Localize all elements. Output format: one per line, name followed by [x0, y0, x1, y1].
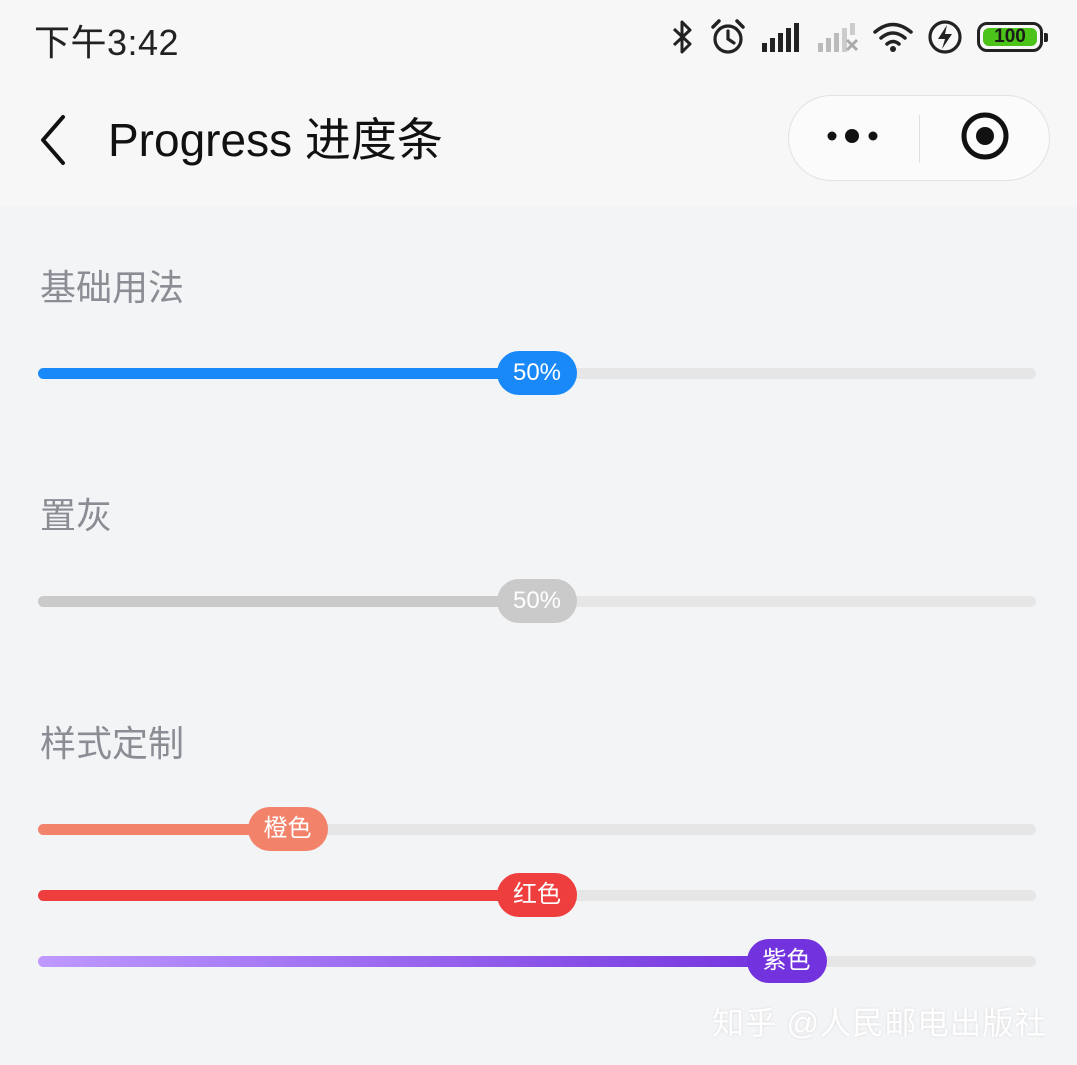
section-title-basic: 基础用法	[40, 267, 185, 308]
progress-bar-orange: 橙色	[38, 807, 1036, 851]
progress-bar-purple: 紫色	[38, 939, 1036, 983]
battery-icon: 100	[977, 22, 1048, 52]
wifi-icon	[873, 21, 913, 53]
page-title: Progress 进度条	[108, 114, 443, 166]
signal-icon	[761, 21, 803, 53]
section-title-inactive: 置灰	[40, 495, 113, 536]
battery-level: 100	[994, 26, 1026, 47]
progress-pivot: 红色	[497, 873, 577, 917]
close-button[interactable]	[920, 96, 1050, 180]
nav-bar: Progress 进度条	[0, 76, 1077, 206]
progress-pivot: 橙色	[247, 807, 328, 851]
capsule-menu	[788, 95, 1050, 181]
progress-pivot: 50%	[497, 579, 577, 623]
progress-bar-basic: 50%	[38, 351, 1036, 395]
bluetooth-icon	[671, 19, 695, 55]
chevron-left-icon	[38, 114, 68, 171]
alarm-icon	[709, 18, 747, 56]
status-bar: 下午3:42 100	[0, 0, 1077, 76]
status-time: 下午3:42	[34, 22, 180, 63]
progress-fill	[38, 890, 537, 901]
progress-pivot: 紫色	[746, 939, 827, 983]
status-icons: 100	[671, 14, 1048, 60]
signal-weak-icon	[817, 21, 859, 53]
progress-fill	[38, 596, 537, 607]
progress-bar-inactive: 50%	[38, 579, 1036, 623]
target-icon	[960, 111, 1010, 166]
progress-pivot: 50%	[497, 351, 577, 395]
charging-icon	[927, 19, 963, 55]
progress-bar-red: 红色	[38, 873, 1036, 917]
back-button[interactable]	[30, 110, 76, 174]
more-button[interactable]	[789, 96, 919, 180]
more-dots-icon	[826, 128, 882, 149]
progress-fill	[38, 956, 787, 967]
section-title-custom: 样式定制	[40, 723, 185, 764]
watermark: 知乎 @人民邮电出版社	[712, 1005, 1047, 1041]
progress-fill	[38, 368, 537, 379]
